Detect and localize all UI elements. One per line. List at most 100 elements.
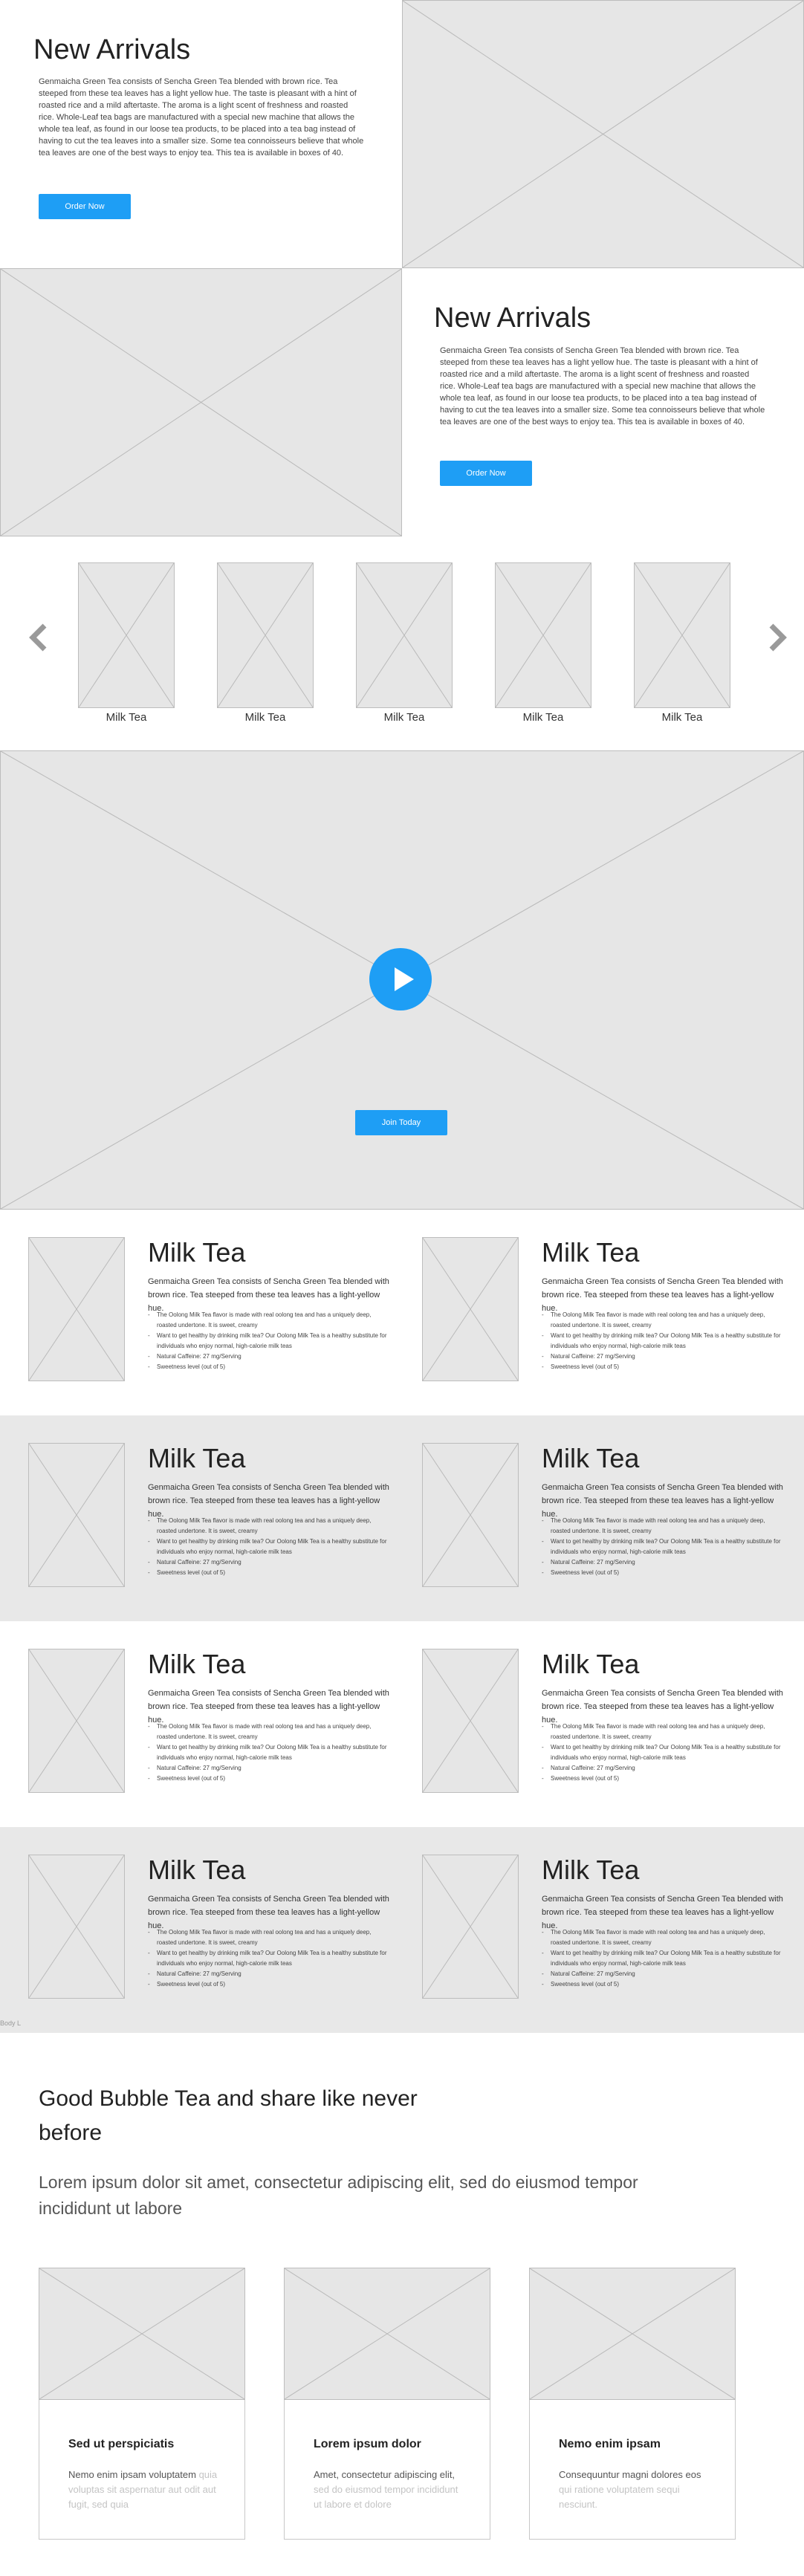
cta-title: Good Bubble Tea and share like never bef… bbox=[39, 2086, 418, 2145]
product-image-placeholder bbox=[422, 1237, 519, 1381]
product-title: Milk Tea bbox=[542, 1649, 640, 1679]
product-feature: Natural Caffeine: 27 mg/Serving bbox=[148, 1763, 389, 1774]
product-card[interactable]: Milk Tea Genmaicha Green Tea consists of … bbox=[394, 1827, 796, 2033]
product-intro: Genmaicha Green Tea consists of Sencha G… bbox=[542, 1895, 783, 1930]
product-row: Milk Tea Genmaicha Green Tea consists of … bbox=[0, 1210, 804, 1415]
product-feature: Sweetness level (out of 5) bbox=[148, 1568, 389, 1578]
hero-title: New Arrivals bbox=[33, 34, 191, 65]
product-feature: The Oolong Milk Tea flavor is made with … bbox=[148, 1310, 389, 1331]
product-features: The Oolong Milk Tea flavor is made with … bbox=[148, 1722, 389, 1784]
product-title: Milk Tea bbox=[148, 1237, 246, 1268]
hero-section-2: New Arrivals Genmaicha Green Tea consist… bbox=[0, 268, 804, 536]
product-intro: Genmaicha Green Tea consists of Sencha G… bbox=[542, 1483, 783, 1519]
product-row: Milk Tea Genmaicha Green Tea consists of … bbox=[0, 1827, 804, 2033]
product-feature: Want to get healthy by drinking milk tea… bbox=[148, 1537, 389, 1557]
product-feature: The Oolong Milk Tea flavor is made with … bbox=[542, 1722, 783, 1742]
order-now-button[interactable]: Order Now bbox=[39, 194, 131, 219]
card-text: Amet, consectetur adipiscing elit, sed d… bbox=[314, 2469, 458, 2510]
product-title: Milk Tea bbox=[542, 1855, 640, 1885]
product-image-placeholder bbox=[495, 562, 591, 708]
cta-subtitle: Lorem ipsum dolor sit amet, consectetur … bbox=[39, 2173, 638, 2218]
product-feature: Natural Caffeine: 27 mg/Serving bbox=[542, 1969, 783, 1979]
chevron-left-icon[interactable] bbox=[24, 621, 54, 654]
product-feature: Natural Caffeine: 27 mg/Serving bbox=[542, 1763, 783, 1774]
product-feature: Sweetness level (out of 5) bbox=[148, 1362, 389, 1372]
product-card[interactable]: Milk Tea Genmaicha Green Tea consists of … bbox=[0, 1827, 402, 2033]
product-row: Milk Tea Genmaicha Green Tea consists of … bbox=[0, 1621, 804, 1827]
product-card[interactable]: Milk Tea Genmaicha Green Tea consists of … bbox=[0, 1415, 402, 1621]
video-section: Join Today bbox=[0, 750, 804, 1210]
hero-description: Genmaicha Green Tea consists of Sencha G… bbox=[440, 346, 765, 426]
product-image-placeholder bbox=[28, 1649, 125, 1793]
product-row: Milk Tea Genmaicha Green Tea consists of … bbox=[0, 1415, 804, 1621]
product-feature: The Oolong Milk Tea flavor is made with … bbox=[542, 1927, 783, 1948]
card-title: Lorem ipsum dolor bbox=[314, 2438, 421, 2450]
join-today-button[interactable]: Join Today bbox=[355, 1110, 447, 1135]
carousel-item-label: Milk Tea bbox=[106, 711, 147, 724]
product-feature: Want to get healthy by drinking milk tea… bbox=[148, 1948, 389, 1969]
product-card[interactable]: Milk Tea Genmaicha Green Tea consists of … bbox=[0, 1210, 402, 1415]
body-label: Body L bbox=[0, 2019, 22, 2027]
product-image-placeholder bbox=[634, 562, 730, 708]
feature-card[interactable]: Nemo enim ipsam Consequuntur magni dolor… bbox=[529, 2268, 736, 2540]
feature-card[interactable]: Lorem ipsum dolor Amet, consectetur adip… bbox=[284, 2268, 490, 2540]
product-features: The Oolong Milk Tea flavor is made with … bbox=[148, 1927, 389, 1990]
hero-title: New Arrivals bbox=[434, 302, 591, 334]
hero-description: Genmaicha Green Tea consists of Sencha G… bbox=[39, 77, 364, 158]
product-feature: The Oolong Milk Tea flavor is made with … bbox=[148, 1722, 389, 1742]
product-feature: Want to get healthy by drinking milk tea… bbox=[148, 1742, 389, 1763]
product-intro: Genmaicha Green Tea consists of Sencha G… bbox=[542, 1277, 783, 1313]
product-image-placeholder bbox=[28, 1237, 125, 1381]
product-card[interactable]: Milk Tea Genmaicha Green Tea consists of … bbox=[394, 1621, 796, 1827]
product-feature: Want to get healthy by drinking milk tea… bbox=[542, 1948, 783, 1969]
product-feature: Sweetness level (out of 5) bbox=[542, 1568, 783, 1578]
card-text: Consequuntur magni dolores eos qui ratio… bbox=[559, 2469, 701, 2510]
carousel-item-label: Milk Tea bbox=[244, 711, 286, 724]
product-intro: Genmaicha Green Tea consists of Sencha G… bbox=[148, 1895, 389, 1930]
carousel-item[interactable]: Milk Tea bbox=[217, 562, 314, 724]
carousel-item-label: Milk Tea bbox=[522, 711, 564, 724]
order-now-button[interactable]: Order Now bbox=[440, 461, 532, 486]
card-image-placeholder bbox=[284, 2268, 490, 2400]
product-feature: Sweetness level (out of 5) bbox=[148, 1979, 389, 1990]
product-title: Milk Tea bbox=[542, 1443, 640, 1473]
carousel-item[interactable]: Milk Tea bbox=[78, 562, 175, 724]
chevron-right-icon[interactable] bbox=[762, 621, 792, 654]
product-intro: Genmaicha Green Tea consists of Sencha G… bbox=[148, 1689, 389, 1725]
product-image-placeholder bbox=[217, 562, 314, 708]
hero-section-1: New Arrivals Genmaicha Green Tea consist… bbox=[0, 0, 804, 268]
product-feature: Want to get healthy by drinking milk tea… bbox=[542, 1331, 783, 1352]
product-image-placeholder bbox=[422, 1855, 519, 1999]
product-feature: Sweetness level (out of 5) bbox=[542, 1774, 783, 1784]
carousel-item[interactable]: Milk Tea bbox=[495, 562, 591, 724]
carousel-item-label: Milk Tea bbox=[661, 711, 703, 724]
product-title: Milk Tea bbox=[542, 1237, 640, 1268]
product-feature: Natural Caffeine: 27 mg/Serving bbox=[148, 1352, 389, 1362]
carousel-item[interactable]: Milk Tea bbox=[356, 562, 453, 724]
product-card[interactable]: Milk Tea Genmaicha Green Tea consists of … bbox=[0, 1621, 402, 1827]
product-feature: The Oolong Milk Tea flavor is made with … bbox=[542, 1310, 783, 1331]
product-features: The Oolong Milk Tea flavor is made with … bbox=[148, 1516, 389, 1578]
product-image-placeholder bbox=[78, 562, 175, 708]
product-card[interactable]: Milk Tea Genmaicha Green Tea consists of … bbox=[394, 1210, 796, 1415]
product-card[interactable]: Milk Tea Genmaicha Green Tea consists of … bbox=[394, 1415, 796, 1621]
product-feature: The Oolong Milk Tea flavor is made with … bbox=[148, 1516, 389, 1537]
carousel-item[interactable]: Milk Tea bbox=[634, 562, 730, 724]
product-feature: Want to get healthy by drinking milk tea… bbox=[542, 1537, 783, 1557]
product-feature: The Oolong Milk Tea flavor is made with … bbox=[542, 1516, 783, 1537]
product-feature: Sweetness level (out of 5) bbox=[148, 1774, 389, 1784]
product-feature: Sweetness level (out of 5) bbox=[542, 1979, 783, 1990]
product-intro: Genmaicha Green Tea consists of Sencha G… bbox=[542, 1689, 783, 1725]
product-image-placeholder bbox=[422, 1649, 519, 1793]
play-icon[interactable] bbox=[369, 948, 432, 1010]
product-feature: Want to get healthy by drinking milk tea… bbox=[542, 1742, 783, 1763]
product-feature: Natural Caffeine: 27 mg/Serving bbox=[148, 1557, 389, 1568]
product-image-placeholder bbox=[28, 1443, 125, 1587]
product-features: The Oolong Milk Tea flavor is made with … bbox=[148, 1310, 389, 1372]
product-features: The Oolong Milk Tea flavor is made with … bbox=[542, 1516, 783, 1578]
feature-card[interactable]: Sed ut perspiciatis Nemo enim ipsam volu… bbox=[39, 2268, 245, 2540]
product-feature: The Oolong Milk Tea flavor is made with … bbox=[148, 1927, 389, 1948]
hero-image-placeholder bbox=[402, 0, 804, 268]
product-intro: Genmaicha Green Tea consists of Sencha G… bbox=[148, 1483, 389, 1519]
product-feature: Natural Caffeine: 27 mg/Serving bbox=[148, 1969, 389, 1979]
